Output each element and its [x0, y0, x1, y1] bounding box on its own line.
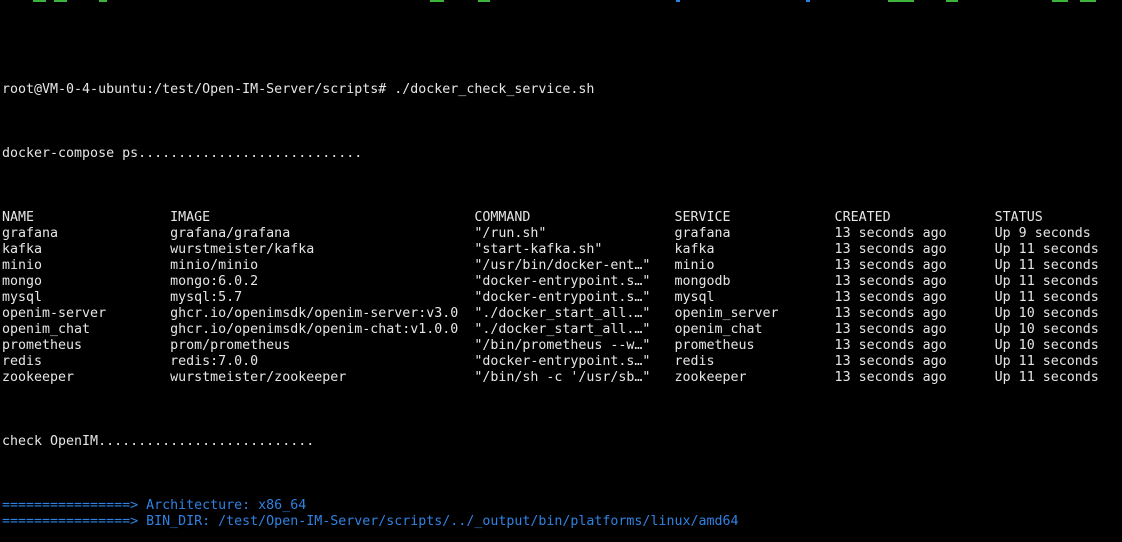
- docker-compose-ps-line: docker-compose ps.......................…: [2, 146, 1122, 162]
- table-header-row: NAME IMAGE COMMAND SERVICE CREATED STATU…: [2, 210, 1122, 226]
- table-row: grafana grafana/grafana "/run.sh" grafan…: [2, 226, 1122, 242]
- clipped-line-fragment: [478, 0, 490, 2]
- clipped-line-fragment: [33, 0, 46, 2]
- clipped-line-fragment: [99, 0, 107, 2]
- clipped-line-fragment: [946, 0, 958, 2]
- shell-prompt: root@VM-0-4-ubuntu:/test/Open-IM-Server/…: [2, 82, 386, 97]
- clipped-line-fragment: [676, 0, 680, 2]
- table-row: openim_chat ghcr.io/openimsdk/openim-cha…: [2, 322, 1122, 338]
- table-row: prometheus prom/prometheus "/bin/prometh…: [2, 338, 1122, 354]
- clipped-line-fragment: [54, 0, 67, 2]
- table-row: mysql mysql:5.7 "docker-entrypoint.s…" m…: [2, 290, 1122, 306]
- table-row: redis redis:7.0.0 "docker-entrypoint.s…"…: [2, 354, 1122, 370]
- clipped-line-fragment: [888, 0, 914, 2]
- table-row: zookeeper wurstmeister/zookeeper "/bin/s…: [2, 370, 1122, 386]
- architecture-line: ================> Architecture: x86_64: [2, 498, 1122, 514]
- clipped-line-fragment: [1052, 0, 1068, 2]
- command-text: ./docker_check_service.sh: [394, 82, 594, 97]
- clipped-line-fragment: [430, 0, 444, 2]
- docker-ps-table: NAME IMAGE COMMAND SERVICE CREATED STATU…: [2, 210, 1122, 386]
- architecture-line: ================> BIN_DIR: /test/Open-IM…: [2, 514, 1122, 530]
- prompt-line: root@VM-0-4-ubuntu:/test/Open-IM-Server/…: [2, 82, 1122, 98]
- terminal-window[interactable]: root@VM-0-4-ubuntu:/test/Open-IM-Server/…: [0, 0, 1122, 542]
- architecture-section: ================> Architecture: x86_64==…: [2, 498, 1122, 530]
- table-row: openim-server ghcr.io/openimsdk/openim-s…: [2, 306, 1122, 322]
- clipped-line-fragment: [806, 0, 810, 2]
- table-row: kafka wurstmeister/kafka "start-kafka.sh…: [2, 242, 1122, 258]
- table-row: mongo mongo:6.0.2 "docker-entrypoint.s…"…: [2, 274, 1122, 290]
- check-openim-line: check OpenIM...........................: [2, 434, 1122, 450]
- table-row: minio minio/minio "/usr/bin/docker-ent…"…: [2, 258, 1122, 274]
- clipped-previous-line: [0, 0, 1122, 3]
- clipped-line-fragment: [1080, 0, 1096, 2]
